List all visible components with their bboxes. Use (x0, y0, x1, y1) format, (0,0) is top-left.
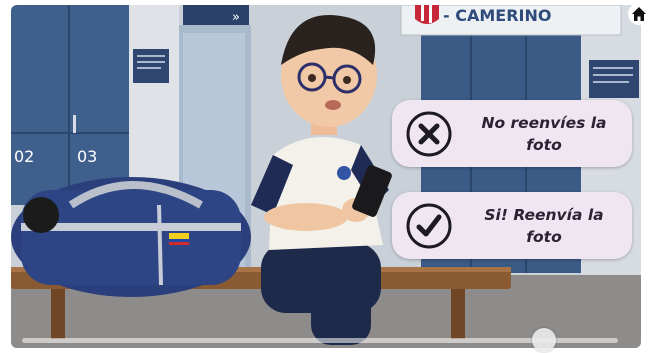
choice-forward-label: Si! Reenvía la foto (484, 205, 604, 246)
video-scrubber[interactable] (22, 328, 618, 352)
close-circle-icon (406, 111, 452, 157)
locker-room-scene: 02 03 » - CAMERINO (11, 5, 641, 348)
choice-dont-forward-button[interactable]: No reenvíes la foto (392, 100, 632, 167)
camerino-banner-text: - CAMERINO (443, 6, 551, 25)
home-button[interactable] (628, 3, 650, 25)
door-sign-arrows: » (232, 10, 240, 25)
locker-number-03: 03 (77, 147, 97, 166)
home-icon (632, 7, 646, 21)
scrubber-track[interactable] (22, 338, 618, 343)
check-circle-icon (406, 203, 452, 249)
scrubber-handle[interactable] (532, 328, 556, 352)
choice-dont-forward-label: No reenvíes la foto (481, 113, 607, 154)
choice-forward-button[interactable]: Si! Reenvía la foto (392, 192, 632, 259)
wall-sign-left (133, 49, 169, 83)
video-player[interactable]: 02 03 » - CAMERINO No reenvíes la foto S… (11, 5, 641, 348)
wall-sign-right (589, 60, 639, 98)
sports-bag (11, 177, 251, 297)
locker-number-02: 02 (14, 147, 34, 166)
